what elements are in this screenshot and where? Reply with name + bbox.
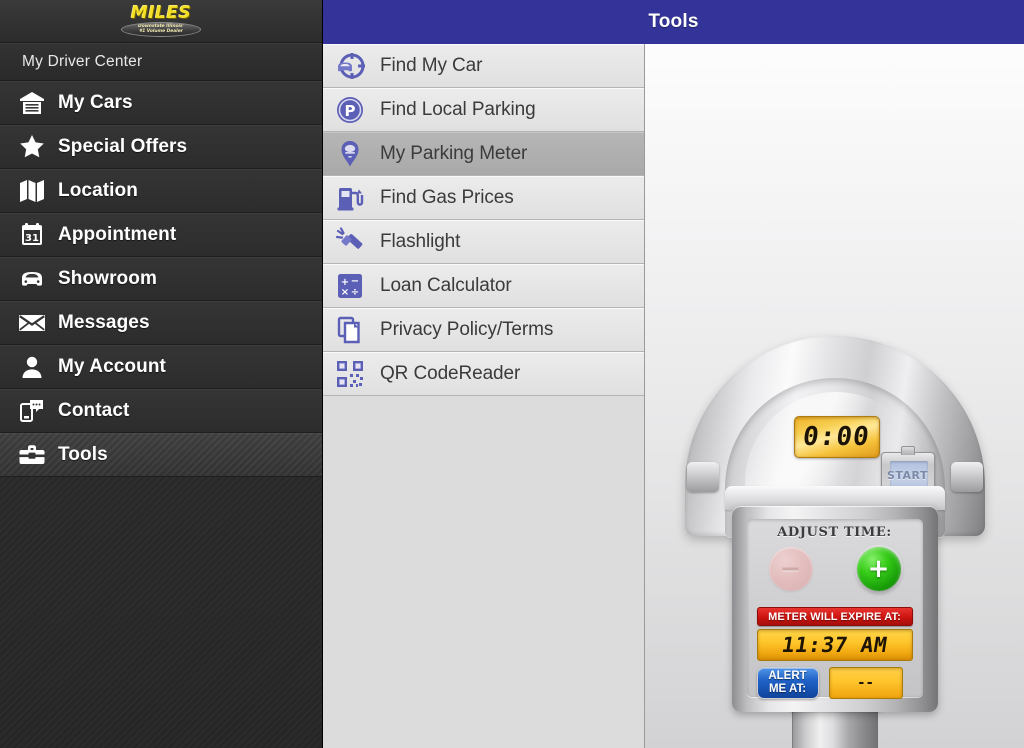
parking-meter-graphic: 0:00 START ADJUST TIME: − + METER WILL E… [684,336,985,748]
parking-p-icon: P [334,94,366,126]
sidebar-item-contact[interactable]: Contact [0,389,322,433]
logo-wordmark: MILES [130,2,192,23]
svg-text:−: − [351,276,359,287]
sidebar-item-label: Tools [58,443,108,465]
increase-time-button[interactable]: + [856,547,901,591]
tool-item-label: Find My Car [380,54,483,76]
tool-item-label: Find Local Parking [380,98,536,120]
person-icon [10,352,54,382]
sidebar-item-location[interactable]: Location [0,169,322,213]
sidebar-item-my-cars[interactable]: My Cars [0,81,322,125]
qr-code-icon [334,358,366,390]
alert-time-value: -- [857,675,874,691]
meter-body: ADJUST TIME: − + METER WILL EXPIRE AT: 1… [731,506,938,712]
car-locate-icon [334,50,366,82]
tool-item-label: QR CodeReader [380,362,521,384]
expire-banner: METER WILL EXPIRE AT: [756,607,913,626]
gas-pump-icon [334,182,366,214]
alert-button-line2: ME AT: [768,683,807,695]
tool-item-qr-code-reader[interactable]: QR CodeReader [323,352,644,396]
sidebar-item-label: My Cars [58,91,133,113]
tool-item-my-parking-meter[interactable]: My Parking Meter [323,132,644,176]
tool-item-label: Privacy Policy/Terms [380,318,554,340]
svg-text:÷: ÷ [351,287,359,298]
brand-header: MILES Downstate Illinois' #1 Volume Deal… [0,0,322,43]
tool-item-label: Flashlight [380,230,461,252]
expire-time-display: 11:37 AM [756,629,913,661]
expire-banner-label: METER WILL EXPIRE AT: [768,610,901,623]
page-title: Tools [648,11,699,32]
envelope-icon [10,308,54,338]
tool-item-find-gas-prices[interactable]: Find Gas Prices [323,176,644,220]
meter-countdown-display: 0:00 [793,416,880,458]
sidebar-item-my-account[interactable]: My Account [0,345,322,389]
tool-item-flashlight[interactable]: Flashlight [323,220,644,264]
meter-panel: 0:00 START ADJUST TIME: − + METER WILL E… [645,0,1024,748]
alert-button-line1: ALERT [768,670,807,682]
garage-icon [10,88,54,118]
adjust-time-label: ADJUST TIME: [777,525,892,540]
documents-icon [334,314,366,346]
tool-item-label: Loan Calculator [380,274,512,296]
sidebar-item-messages[interactable]: Messages [0,301,322,345]
phone-chat-icon [10,396,54,426]
svg-text:P: P [345,102,356,120]
flashlight-icon [334,226,366,258]
calendar-icon: 31 [10,220,54,250]
sidebar-item-label: My Account [58,355,166,377]
tool-item-find-local-parking[interactable]: P Find Local Parking [323,88,644,132]
sidebar-item-label: Contact [58,399,130,421]
logo-tagline-line2: #1 Volume Dealer [139,29,183,34]
meter-bezel: ADJUST TIME: − + METER WILL EXPIRE AT: 1… [746,519,923,699]
svg-text:×: × [341,287,349,298]
svg-text:31: 31 [25,233,39,244]
sidebar-section-title: My Driver Center [0,43,322,81]
meter-countdown-value: 0:00 [801,422,872,452]
miles-logo[interactable]: MILES Downstate Illinois' #1 Volume Deal… [114,4,208,38]
tools-list-empty-area [323,396,644,748]
star-icon [10,132,54,162]
calculator-icon: + − × ÷ [334,270,366,302]
tools-list-panel: Find My Car P Find Local Parking My Park… [323,0,645,748]
app-root: MILES Downstate Illinois' #1 Volume Deal… [0,0,1024,748]
decrease-time-button[interactable]: − [768,547,813,591]
sidebar-item-label: Location [58,179,138,201]
sidebar-item-label: Special Offers [58,135,188,157]
expire-time-value: 11:37 AM [780,633,889,657]
sidebar-item-label: Showroom [58,267,157,289]
car-icon [10,264,54,294]
map-icon [10,176,54,206]
sidebar-item-label: Messages [58,311,150,333]
logo-tagline-oval: Downstate Illinois' #1 Volume Dealer [121,21,201,37]
meter-shoulder-left [686,462,719,492]
sidebar-item-label: Appointment [58,223,177,245]
tool-item-find-my-car[interactable]: Find My Car [323,44,644,88]
tool-item-label: My Parking Meter [380,142,528,164]
tool-item-label: Find Gas Prices [380,186,514,208]
sidebar-item-showroom[interactable]: Showroom [0,257,322,301]
top-header-bar: Tools [323,0,1024,44]
sidebar: MILES Downstate Illinois' #1 Volume Deal… [0,0,323,748]
parking-meter-icon [334,138,366,170]
start-button-label: START [886,469,929,482]
sidebar-item-tools[interactable]: Tools [0,433,322,477]
toolbox-icon [10,440,54,470]
alert-time-display[interactable]: -- [828,667,903,699]
meter-shoulder-right [950,462,983,492]
sidebar-item-special-offers[interactable]: Special Offers [0,125,322,169]
sidebar-item-appointment[interactable]: 31 Appointment [0,213,322,257]
start-button-tab [900,446,915,455]
tool-item-loan-calculator[interactable]: + − × ÷ Loan Calculator [323,264,644,308]
alert-me-at-button[interactable]: ALERT ME AT: [756,667,819,699]
tool-item-privacy-policy-terms[interactable]: Privacy Policy/Terms [323,308,644,352]
